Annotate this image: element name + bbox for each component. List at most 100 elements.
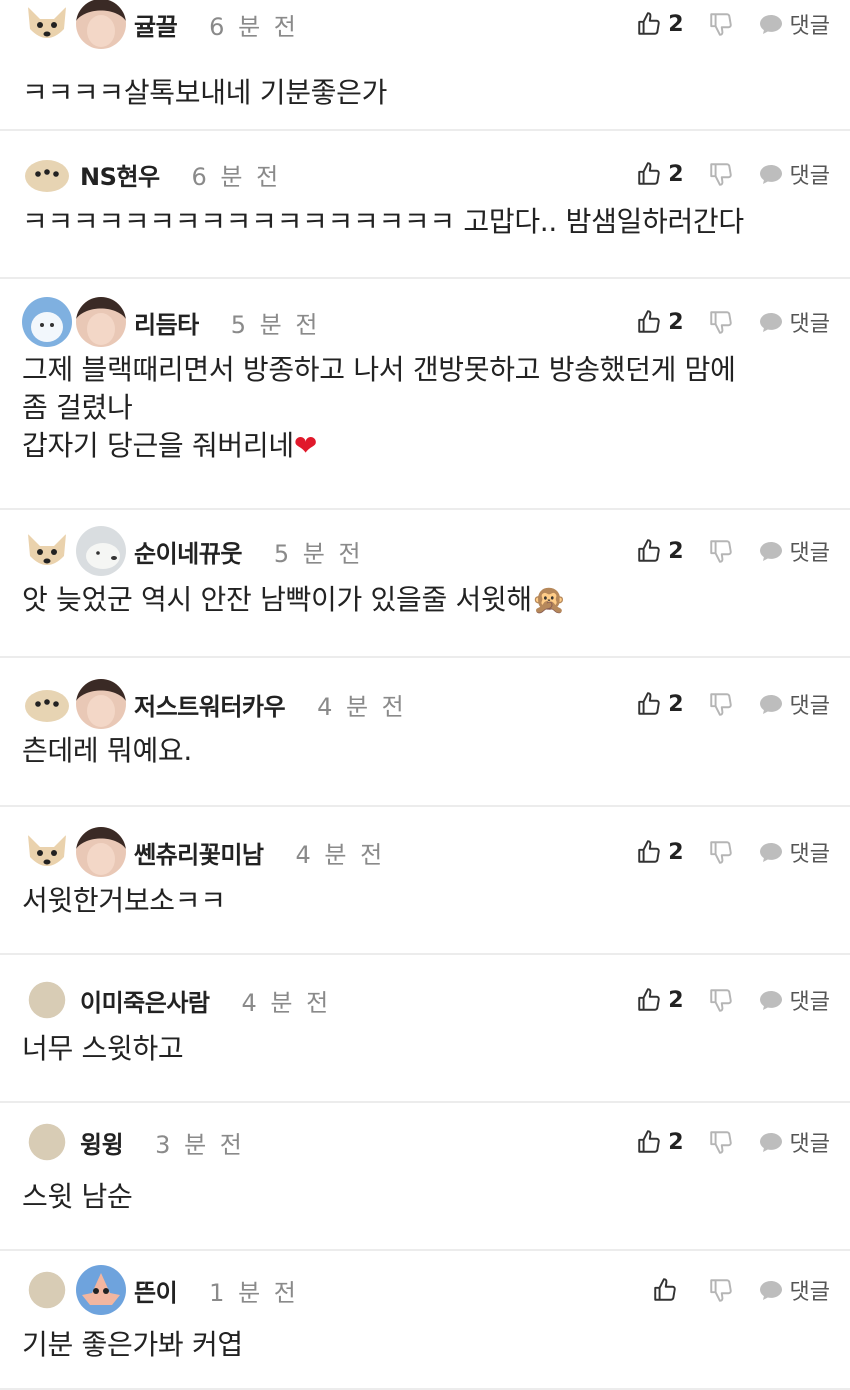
reply-button[interactable]: 댓글 [758, 306, 830, 338]
user-avatar[interactable] [76, 297, 126, 347]
comment-author[interactable]: NS현우 [80, 157, 160, 192]
like-button[interactable]: 2 [636, 309, 684, 335]
like-count: 2 [668, 987, 684, 1013]
dislike-button[interactable] [708, 1277, 734, 1303]
comment-text: 기분 좋은가봐 커엽 [22, 1326, 810, 1364]
avatar-group [22, 0, 130, 49]
comment-actions: 2 댓글 [636, 976, 830, 1024]
default-avatar-image [28, 1123, 66, 1161]
comment-text-content: 츤데레 뭐예요. [22, 734, 192, 767]
thumbs-down-icon [708, 1129, 734, 1155]
reply-label: 댓글 [789, 1280, 830, 1305]
dislike-button[interactable] [708, 987, 734, 1013]
like-button[interactable]: 2 [636, 987, 684, 1013]
dog-avatar[interactable] [22, 827, 72, 877]
comment-author[interactable]: 저스트워터카우 [134, 687, 286, 722]
default-avatar[interactable] [28, 1123, 66, 1161]
dislike-button[interactable] [708, 691, 734, 717]
dislike-button[interactable] [708, 11, 734, 37]
comment-text: 츤데레 뭐예요. [22, 732, 810, 770]
comment-header: 뜬이 1 분 전 댓글 [0, 1266, 850, 1314]
reply-button[interactable]: 댓글 [758, 1126, 830, 1158]
comment-actions: 2 댓글 [636, 298, 830, 346]
comment-text-content: 스윗 남순 [22, 1180, 133, 1213]
speech-bubble-icon [758, 539, 784, 563]
like-button[interactable]: 2 [636, 161, 684, 187]
comment-text-content: 서윗한거보소ㅋㅋ [22, 884, 226, 917]
comment-author[interactable]: 이미죽은사람 [80, 983, 210, 1018]
reply-label: 댓글 [789, 842, 830, 867]
reply-button[interactable]: 댓글 [758, 158, 830, 190]
default-avatar-image [28, 981, 66, 1019]
comment-emoji: 🙊 [531, 583, 567, 616]
like-button[interactable]: 2 [636, 839, 684, 865]
reply-button[interactable]: 댓글 [758, 836, 830, 868]
comment-item: 이미죽은사람 4 분 전 2 댓글 너무 스윗하고 [0, 955, 850, 1103]
comment-text: 너무 스윗하고 [22, 1030, 810, 1068]
dog-avatar[interactable] [22, 0, 72, 49]
cartoon-avatar[interactable] [76, 1265, 126, 1315]
reply-label: 댓글 [789, 1132, 830, 1157]
bear-avatar[interactable] [76, 526, 126, 576]
reply-button[interactable]: 댓글 [758, 984, 830, 1016]
dislike-button[interactable] [708, 839, 734, 865]
comment-author[interactable]: 리듬타 [134, 305, 199, 340]
user-avatar[interactable] [76, 679, 126, 729]
comment-header: 윙윙 3 분 전 2 댓글 [0, 1118, 850, 1166]
comment-time: 3 분 전 [155, 1130, 245, 1159]
dog-avatar-image [22, 827, 72, 877]
comment-author[interactable]: 뜬이 [134, 1273, 178, 1308]
avatar-group [22, 526, 130, 576]
comment-header: 저스트워터카우 4 분 전 2 댓글 [0, 680, 850, 728]
user-avatar[interactable] [76, 827, 126, 877]
like-button[interactable]: 2 [636, 1129, 684, 1155]
bear-avatar-image [76, 526, 126, 576]
dog-avatar-image [22, 297, 72, 347]
comment-time: 6 분 전 [209, 12, 299, 41]
like-count: 2 [668, 839, 684, 865]
dog-avatar[interactable] [22, 526, 72, 576]
dislike-button[interactable] [708, 161, 734, 187]
avatar-group [22, 1265, 130, 1315]
avatar-group [22, 981, 76, 1019]
user-avatar[interactable] [76, 0, 126, 49]
puppy-avatar[interactable] [22, 149, 72, 199]
default-avatar-image [28, 1271, 66, 1309]
reply-button[interactable]: 댓글 [758, 535, 830, 567]
comment-header: 이미죽은사람 4 분 전 2 댓글 [0, 976, 850, 1024]
comment-text: 앗 늦었군 역시 안잔 남빡이가 있을줄 서윗해🙊 [22, 581, 810, 619]
comment-header: 순이네뀨웃 5 분 전 2 댓글 [0, 527, 850, 575]
comment-author[interactable]: 쎈츄리꽃미남 [134, 835, 264, 870]
comment-text-content: 너무 스윗하고 [22, 1032, 184, 1065]
like-button[interactable]: 2 [636, 538, 684, 564]
puppy-avatar-image [22, 149, 72, 199]
puppy-avatar[interactable] [22, 679, 72, 729]
dislike-button[interactable] [708, 538, 734, 564]
like-count: 2 [668, 11, 684, 37]
speech-bubble-icon [758, 1130, 784, 1154]
reply-button[interactable]: 댓글 [758, 688, 830, 720]
thumbs-up-icon [652, 1277, 678, 1303]
thumbs-down-icon [708, 1277, 734, 1303]
reply-button[interactable]: 댓글 [758, 8, 830, 40]
dislike-button[interactable] [708, 1129, 734, 1155]
dislike-button[interactable] [708, 309, 734, 335]
reply-label: 댓글 [789, 14, 830, 39]
thumbs-down-icon [708, 987, 734, 1013]
like-button[interactable]: 2 [636, 11, 684, 37]
speech-bubble-icon [758, 1278, 784, 1302]
dog-avatar[interactable] [22, 297, 72, 347]
comment-text-content: ㅋㅋㅋㅋㅋㅋㅋㅋㅋㅋㅋㅋㅋㅋㅋㅋㅋ 고맙다.. 밤샘일하러간다 [22, 205, 744, 238]
comment-author[interactable]: 순이네뀨웃 [134, 534, 242, 569]
comment-author[interactable]: 귤끌 [134, 7, 178, 42]
thumbs-up-icon [636, 161, 662, 187]
default-avatar[interactable] [28, 1271, 66, 1309]
thumbs-up-icon [636, 839, 662, 865]
thumbs-up-icon [636, 309, 662, 335]
like-button[interactable] [652, 1277, 684, 1303]
reply-button[interactable]: 댓글 [758, 1274, 830, 1306]
avatar-group [22, 149, 76, 199]
comment-author[interactable]: 윙윙 [80, 1125, 124, 1160]
like-button[interactable]: 2 [636, 691, 684, 717]
default-avatar[interactable] [28, 981, 66, 1019]
